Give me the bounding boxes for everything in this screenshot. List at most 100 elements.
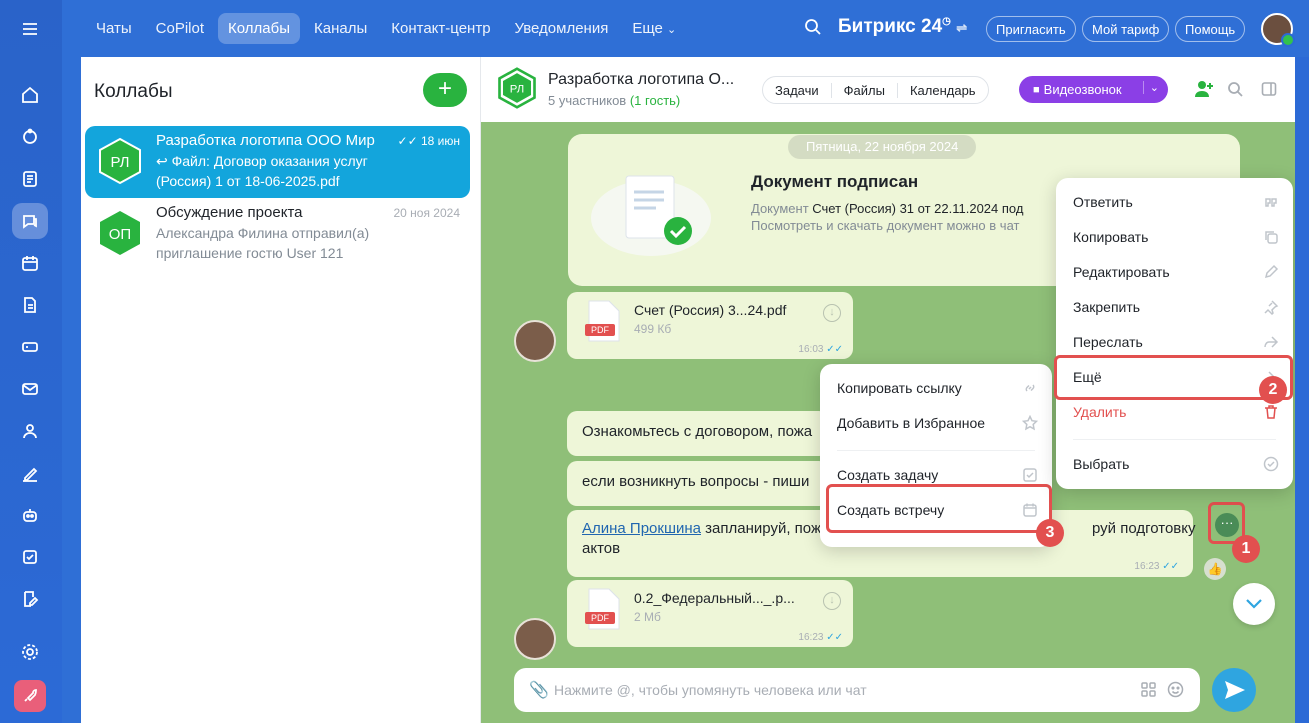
callout-3: 3 [1036, 519, 1064, 547]
nav-channels[interactable]: Каналы [304, 13, 377, 44]
sender-avatar[interactable] [514, 320, 556, 362]
read-check-icon: ✓✓ [826, 632, 843, 643]
edit-document-icon[interactable] [12, 581, 48, 617]
message-time-text: 16:03 [798, 344, 824, 355]
documents-icon[interactable] [12, 287, 48, 323]
menu-delete-label: Удалить [1073, 404, 1127, 420]
tab-files[interactable]: Файлы [832, 82, 898, 98]
nav-more-label: Еще [632, 20, 663, 37]
menu-edit[interactable]: Редактировать [1056, 255, 1293, 290]
search-icon[interactable] [804, 18, 822, 41]
my-tariff-button[interactable]: Мой тариф [1082, 16, 1170, 42]
chevron-down-icon [1246, 599, 1262, 609]
emoji-icon[interactable] [1167, 681, 1184, 698]
home-icon[interactable] [12, 77, 48, 113]
employees-icon[interactable] [12, 413, 48, 449]
checkbox-icon[interactable] [12, 539, 48, 575]
brand-logo[interactable]: Битрикс 24◷ ⇌ [838, 16, 967, 38]
drive-icon[interactable] [12, 329, 48, 365]
pin-icon [1264, 300, 1279, 315]
document-line2: Посмотреть и скачать документ можно в ча… [751, 218, 1020, 233]
document-line1-prefix: Документ [751, 201, 809, 216]
top-navigation: Чаты CoPilot Коллабы Каналы Контакт-цент… [86, 13, 686, 44]
help-button[interactable]: Помощь [1175, 16, 1246, 42]
nav-more[interactable]: Еще ⌄ [622, 13, 686, 44]
conversation-item[interactable]: РЛ Разработка логотипа ООО Мир ✓✓ 18 июн… [85, 126, 470, 198]
menu-delete[interactable]: Удалить [1056, 395, 1293, 430]
attach-icon[interactable]: 📎 [529, 680, 549, 700]
tasks-list-icon[interactable] [12, 161, 48, 197]
menu-reply[interactable]: Ответить [1056, 185, 1293, 220]
text-message[interactable]: Ознакомьтесь с договором, пожа [567, 411, 829, 456]
chat-avatar-icon[interactable]: РЛ [496, 67, 538, 109]
copilot-robot-icon[interactable] [12, 497, 48, 533]
reply-arrow-icon: ↩ [156, 153, 168, 169]
conversation-item[interactable]: ОП Обсуждение проекта 20 ноя 2024 Алекса… [85, 198, 470, 270]
highlight-frame [1054, 355, 1293, 400]
menu-copy-link[interactable]: Копировать ссылку [820, 371, 1052, 406]
scroll-down-button[interactable] [1233, 583, 1275, 625]
message-context-menu: Ответить Копировать Редактировать Закреп… [1056, 178, 1293, 489]
like-icon[interactable]: 👍 [1204, 558, 1226, 580]
calendar-icon[interactable] [12, 245, 48, 281]
menu-pin[interactable]: Закрепить [1056, 290, 1293, 325]
tab-tasks[interactable]: Задачи [763, 82, 832, 98]
apps-grid-icon[interactable] [1141, 682, 1156, 697]
menu-select[interactable]: Выбрать [1056, 447, 1293, 482]
chevron-down-icon[interactable]: ⌄ [1142, 81, 1159, 94]
nav-contact-center[interactable]: Контакт-центр [381, 13, 500, 44]
trash-icon [1265, 405, 1277, 419]
file-message[interactable]: PDF 0.2_Федеральный..._.р... 2 Мб ↓ 16:2… [567, 580, 853, 647]
conversation-name: Обсуждение проекта [156, 204, 303, 221]
menu-add-favorite[interactable]: Добавить в Избранное [820, 406, 1052, 441]
chat-title[interactable]: Разработка логотипа О... [548, 71, 734, 89]
menu-edit-label: Редактировать [1073, 264, 1170, 280]
message-input[interactable]: 📎 Нажмите @, чтобы упомянуть человека ил… [514, 668, 1200, 712]
invite-button[interactable]: Пригласить [986, 16, 1076, 42]
conversation-name: Разработка логотипа ООО Мир [156, 132, 375, 149]
user-avatar[interactable] [1261, 13, 1295, 47]
nav-collabs[interactable]: Коллабы [218, 13, 301, 44]
video-call-label: Видеозвонок [1043, 82, 1122, 97]
sidebar-toggle-icon[interactable] [1261, 81, 1277, 102]
download-icon[interactable]: ↓ [823, 304, 841, 322]
settings-gear-icon[interactable] [12, 634, 48, 670]
sender-avatar[interactable] [514, 618, 556, 660]
nav-chats[interactable]: Чаты [86, 13, 142, 44]
chat-search-icon[interactable] [1227, 81, 1243, 102]
conversation-preview-line2: (Россия) 1 от 18-06-2025.pdf [156, 173, 340, 189]
pdf-file-icon: PDF [585, 300, 620, 342]
menu-forward-label: Переслать [1073, 334, 1143, 350]
menu-icon[interactable] [12, 11, 48, 47]
copy-icon [1265, 231, 1278, 244]
file-name: 0.2_Федеральный..._.р... [634, 590, 795, 606]
conversation-preview: Александра Филина отправил(а) [156, 225, 370, 241]
tab-calendar[interactable]: Календарь [898, 83, 988, 98]
sign-icon[interactable] [12, 455, 48, 491]
rocket-icon[interactable] [14, 680, 46, 712]
download-icon[interactable]: ↓ [823, 592, 841, 610]
nav-notifications[interactable]: Уведомления [505, 13, 619, 44]
chat-members[interactable]: 5 участников (1 гость) [548, 93, 680, 108]
message-time-text: 16:23 [1134, 561, 1160, 572]
document-line1-name: Счет (Россия) 31 от 22.11.2024 под [812, 201, 1024, 216]
conversation-preview-line2: приглашение гостю User 121 [156, 245, 344, 261]
feed-icon[interactable] [12, 119, 48, 155]
text-message[interactable]: если возникнуть вопросы - пиши [567, 461, 829, 506]
mention-link[interactable]: Алина Прокшина [582, 520, 701, 537]
messenger-icon[interactable] [12, 203, 48, 239]
send-button[interactable] [1212, 668, 1256, 712]
guest-count: (1 гость) [629, 93, 681, 108]
video-call-button[interactable]: ■ Видеозвонок ⌄ [1019, 76, 1168, 103]
menu-copy[interactable]: Копировать [1056, 220, 1293, 255]
menu-copy-label: Копировать [1073, 229, 1149, 245]
mail-icon[interactable] [12, 371, 48, 407]
message-text: Алина Прокшина запланируй, пож [582, 520, 821, 537]
add-collab-button[interactable]: + [423, 73, 467, 107]
add-user-icon[interactable] [1194, 80, 1214, 103]
forward-arrow-icon [1264, 336, 1279, 348]
nav-copilot[interactable]: CoPilot [146, 13, 214, 44]
highlight-frame [826, 484, 1052, 533]
send-icon [1225, 681, 1245, 699]
file-message[interactable]: PDF Счет (Россия) 3...24.pdf 499 Кб ↓ 16… [567, 292, 853, 359]
